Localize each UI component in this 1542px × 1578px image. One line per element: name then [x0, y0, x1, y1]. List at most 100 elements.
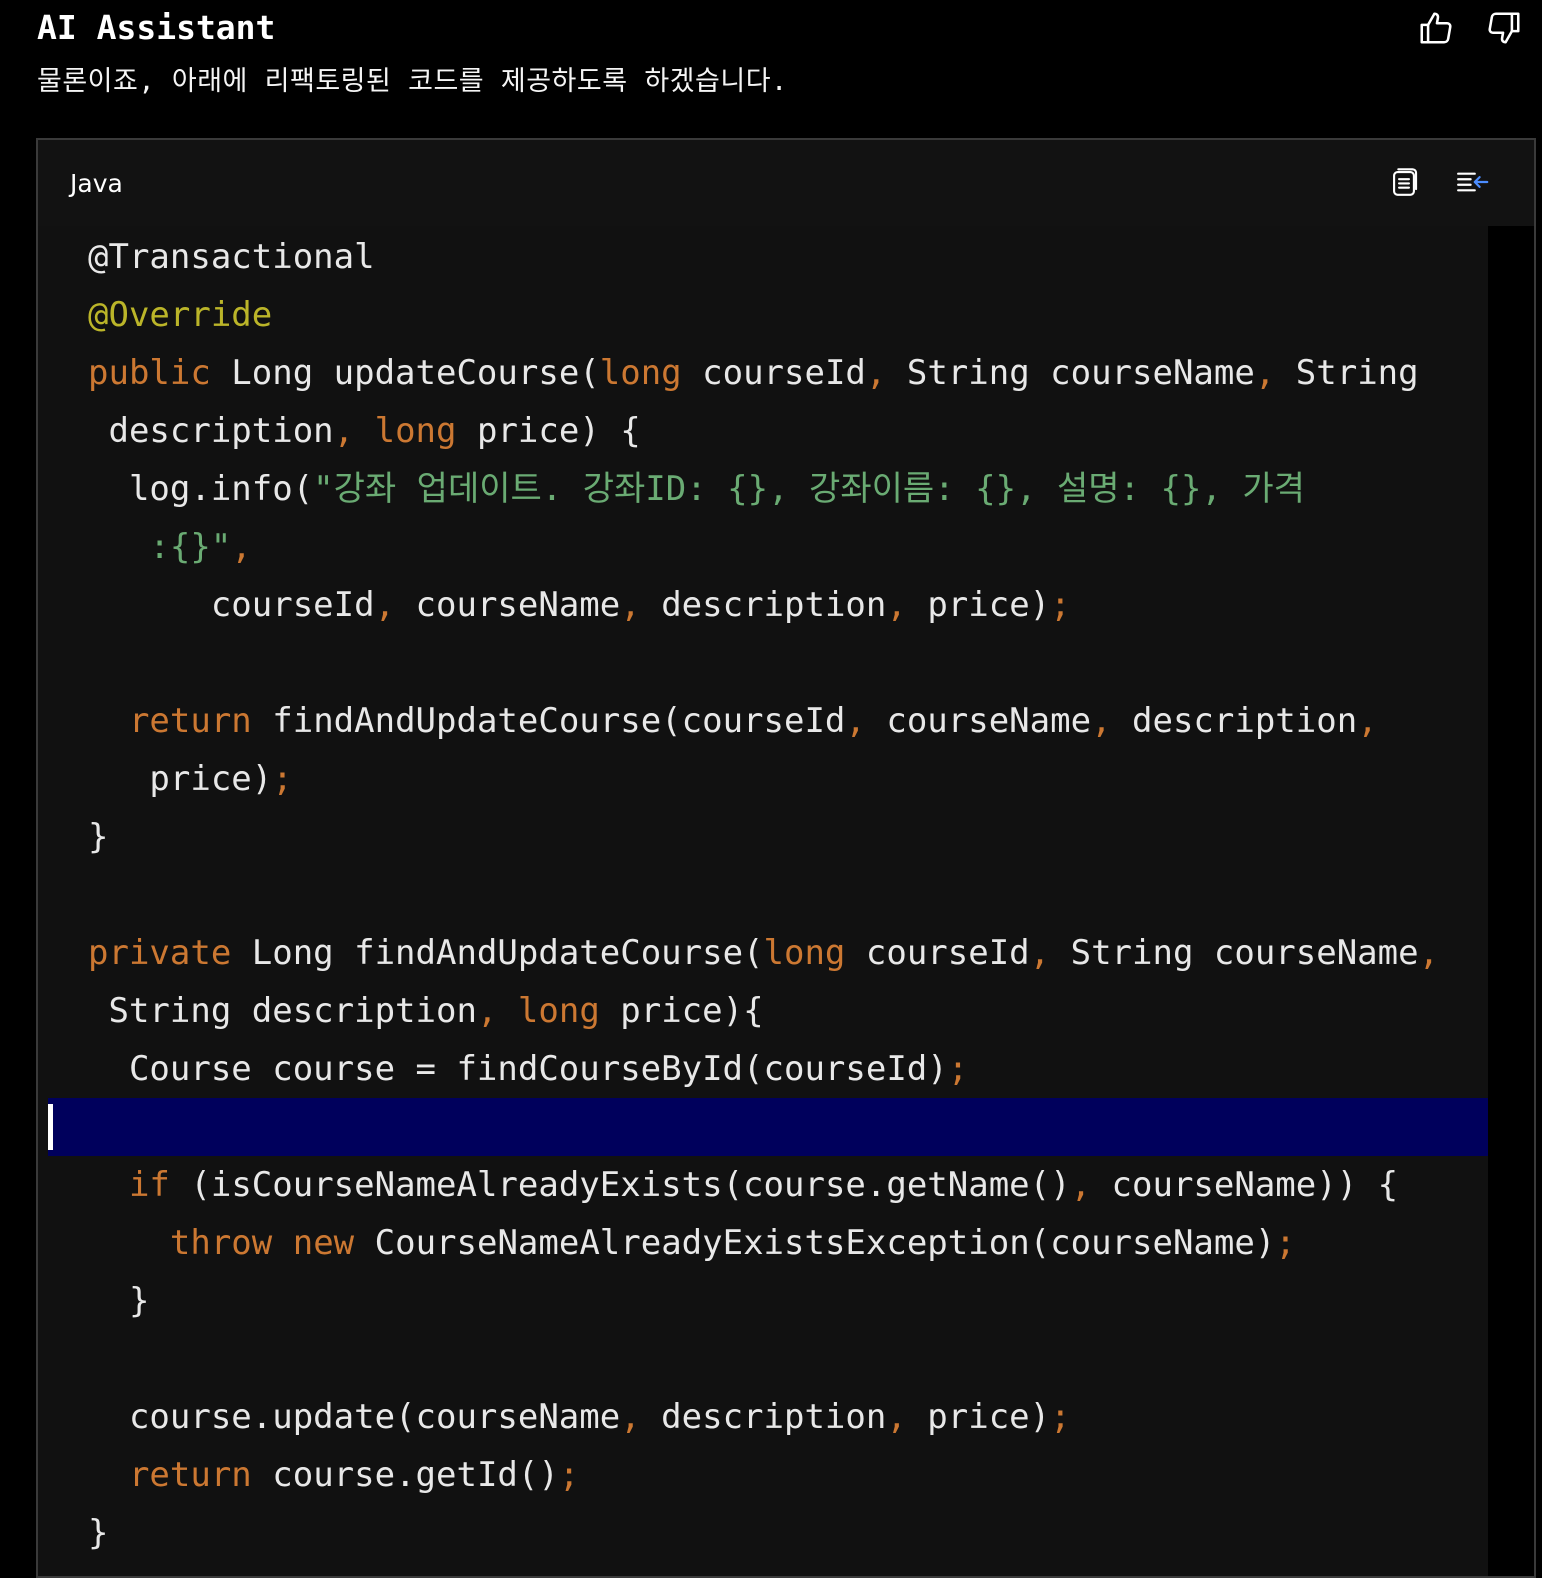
code-token: , [1029, 933, 1051, 973]
code-token: price) [906, 1397, 1051, 1437]
code-token: courseName [395, 585, 621, 625]
code-token: description [1111, 701, 1358, 741]
code-line: price); [88, 750, 293, 808]
code-token: courseName)) { [1091, 1165, 1399, 1205]
code-token: if [128, 1165, 170, 1205]
code-token: @Transactional [88, 237, 375, 277]
thumbs-up-icon[interactable] [1416, 8, 1456, 48]
code-token: return [128, 1455, 252, 1495]
code-token: private [88, 933, 232, 973]
code-token: , [1070, 1165, 1092, 1205]
code-token: long [374, 411, 457, 451]
code-line: if (isCourseNameAlreadyExists(course.get… [88, 1156, 1398, 1214]
code-line: public Long updateCourse(long courseId, … [88, 344, 1419, 402]
code-line: @Transactional [88, 228, 375, 286]
code-token: ; [1050, 1397, 1071, 1437]
code-token: long [763, 933, 846, 973]
code-line: :{}", [88, 518, 252, 576]
code-token: } [88, 817, 109, 857]
code-token: , [1254, 353, 1276, 393]
code-token: String [1275, 353, 1419, 393]
thumbs-down-icon[interactable] [1484, 8, 1524, 48]
code-token: , [620, 585, 641, 625]
code-token: course.update(courseName [88, 1397, 621, 1437]
code-token: ; [558, 1455, 580, 1495]
feedback-actions [1416, 8, 1524, 48]
code-block-toolbar: Java [38, 140, 1534, 226]
code-line: @Override [88, 286, 272, 344]
code-token: , [231, 527, 252, 567]
code-line: return findAndUpdateCourse(courseId, cou… [88, 692, 1378, 750]
code-token: new [292, 1223, 355, 1263]
code-line: course.update(courseName, description, p… [88, 1388, 1071, 1446]
code-language-label: Java [70, 169, 123, 198]
code-actions [1384, 162, 1492, 202]
code-token: log.info( [88, 469, 314, 509]
code-token: @Override [88, 295, 273, 335]
code-line: Course course = findCourseById(courseId)… [88, 1040, 968, 1098]
code-token: ; [1050, 585, 1071, 625]
code-line: } [88, 808, 108, 866]
code-token: , [886, 1397, 907, 1437]
code-token: findAndUpdateCourse(courseId [251, 701, 846, 741]
code-token: courseId [88, 585, 375, 625]
code-token: price){ [599, 991, 764, 1031]
code-token: throw [169, 1223, 273, 1263]
insert-at-caret-icon[interactable] [1452, 162, 1492, 202]
code-token: return [128, 701, 252, 741]
code-token: long [599, 353, 682, 393]
code-token: Course course = findCourseById(courseId) [88, 1049, 948, 1089]
code-token: , [1357, 701, 1378, 741]
code-scrollbar[interactable] [1488, 226, 1534, 1576]
code-token: Long updateCourse( [210, 353, 600, 393]
code-token: String description [88, 991, 477, 1031]
code-token: CourseNameAlreadyExistsException(courseN… [354, 1223, 1276, 1263]
code-token: ; [272, 759, 293, 799]
code-token: ; [947, 1049, 969, 1089]
code-token: } [88, 1281, 150, 1321]
code-line: String description, long price){ [88, 982, 764, 1040]
code-line: private Long findAndUpdateCourse(long co… [88, 924, 1439, 982]
code-line: courseId, courseName, description, price… [88, 576, 1071, 634]
panel-title: AI Assistant [37, 8, 276, 47]
code-line: } [88, 1272, 149, 1330]
text-caret [48, 1104, 53, 1150]
code-token: , [845, 701, 866, 741]
copy-icon[interactable] [1384, 162, 1424, 202]
code-token: course.getId() [251, 1455, 559, 1495]
code-line: return course.getId(); [88, 1446, 579, 1504]
code-token: courseName [865, 701, 1092, 741]
code-token: description [640, 585, 887, 625]
code-token: :{}" [88, 527, 232, 567]
code-token: , [620, 1397, 641, 1437]
code-line: } [88, 1504, 108, 1562]
code-token: description [640, 1397, 887, 1437]
code-token: price) [88, 759, 273, 799]
code-line: description, long price) { [88, 402, 641, 460]
code-token: , [374, 585, 396, 625]
code-token: , [1091, 701, 1112, 741]
code-token: courseId [845, 933, 1030, 973]
code-token: String courseName [886, 353, 1255, 393]
code-token: description [88, 411, 334, 451]
code-token: ; [1275, 1223, 1296, 1263]
code-token: price) { [456, 411, 641, 451]
code-editor[interactable]: @Transactional @Override public Long updat… [38, 226, 1490, 1576]
code-block: Java @Transactional @Override public Long … [36, 138, 1536, 1578]
code-token: , [865, 353, 887, 393]
current-line-highlight [48, 1098, 1490, 1156]
assistant-message: 물론이죠, 아래에 리팩토링된 코드를 제공하도록 하겠습니다. [37, 66, 788, 97]
code-token: , [333, 411, 355, 451]
code-token: String courseName [1050, 933, 1419, 973]
code-token: , [476, 991, 498, 1031]
code-token: price) [906, 585, 1051, 625]
code-line: log.info("강좌 업데이트. 강좌ID: {}, 강좌이름: {}, 설… [88, 460, 1305, 518]
code-token: public [88, 353, 211, 393]
code-token: Long findAndUpdateCourse( [231, 933, 764, 973]
code-token: courseId [681, 353, 866, 393]
